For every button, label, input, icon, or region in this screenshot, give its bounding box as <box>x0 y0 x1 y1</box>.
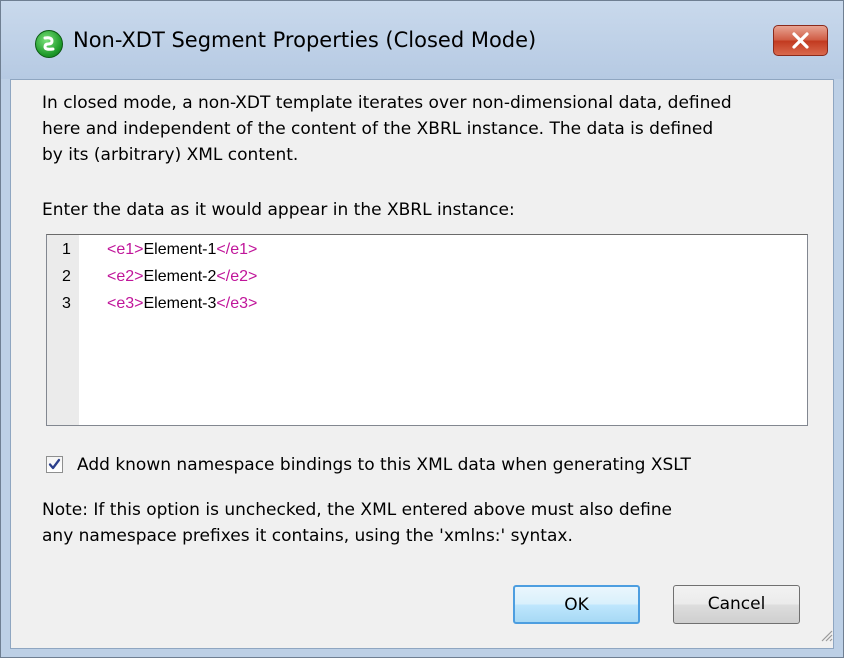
description-line-2: here and independent of the content of t… <box>42 119 714 139</box>
element-content: Element-3 <box>143 295 217 312</box>
close-icon <box>792 32 809 49</box>
open-tag-name: e1 <box>116 241 135 258</box>
line-number-gutter <box>47 235 79 425</box>
resize-grip-icon[interactable] <box>819 628 833 642</box>
close-button[interactable] <box>773 25 828 56</box>
note-line-1: Note: If this option is unchecked, the X… <box>42 500 673 520</box>
ok-button[interactable]: OK <box>513 585 640 624</box>
checkmark-icon <box>48 458 61 470</box>
altova-app-icon <box>35 30 63 58</box>
line-number: 3 <box>62 295 71 312</box>
close-tag-name: e3 <box>230 295 248 312</box>
element-content: Element-2 <box>143 268 217 285</box>
close-tag-name: e1 <box>230 241 248 258</box>
cancel-button[interactable]: Cancel <box>673 585 800 624</box>
namespace-bindings-label[interactable]: Add known namespace bindings to this XML… <box>77 453 691 477</box>
close-tag-name: e2 <box>230 268 248 285</box>
element-content: Element-1 <box>143 241 217 258</box>
window-title: Non-XDT Segment Properties (Closed Mode) <box>73 28 537 52</box>
line-number: 1 <box>62 241 71 258</box>
dialog-body: In closed mode, a non-XDT template itera… <box>10 79 834 649</box>
namespace-bindings-checkbox[interactable] <box>46 456 63 473</box>
description-line-3: by its (arbitrary) XML content. <box>42 145 299 165</box>
title-bar[interactable]: Non-XDT Segment Properties (Closed Mode) <box>1 1 843 79</box>
note-line-2: any namespace prefixes it contains, usin… <box>42 526 573 546</box>
description-line-1: In closed mode, a non-XDT template itera… <box>42 93 732 113</box>
xml-editor[interactable]: 1 <e1>Element-1</e1> 2 <e2>Element-2</e2… <box>46 234 808 426</box>
line-number: 2 <box>62 268 71 285</box>
xml-element: <e3>Element-3</e3> <box>107 295 258 312</box>
open-tag-name: e2 <box>116 268 135 285</box>
editor-label: Enter the data as it would appear in the… <box>42 200 515 220</box>
xml-element: <e2>Element-2</e2> <box>107 268 258 285</box>
xml-element: <e1>Element-1</e1> <box>107 241 258 258</box>
dialog-window: Non-XDT Segment Properties (Closed Mode)… <box>0 0 844 658</box>
open-tag-name: e3 <box>116 295 135 312</box>
